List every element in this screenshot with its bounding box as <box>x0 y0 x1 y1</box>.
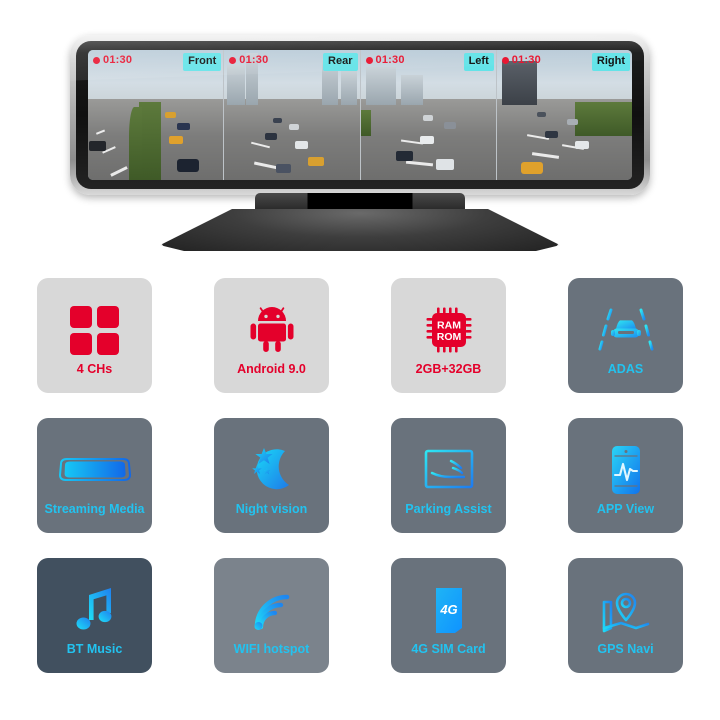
road-scene-rear <box>224 50 360 180</box>
feature-card-4-chs[interactable]: 4 CHs <box>37 278 152 393</box>
device-section: 01:30 Front 01:30 Rear 01:30 Left 01:30 … <box>0 0 720 262</box>
feature-card-bt-music[interactable]: BT Music <box>37 558 152 673</box>
feature-card-4g-sim[interactable]: 4G 4G SIM Card <box>391 558 506 673</box>
camera-view-rear[interactable]: 01:30 Rear <box>223 50 360 180</box>
feature-label: BT Music <box>66 642 123 657</box>
lane-assist-car-icon <box>598 301 654 359</box>
sim-card-4g-icon: 4G <box>431 581 467 639</box>
road-scene-right <box>496 50 632 180</box>
feature-card-night-vision[interactable]: Night vision <box>214 418 329 533</box>
feature-card-android[interactable]: Android 9.0 <box>214 278 329 393</box>
feature-card-streaming-media[interactable]: Streaming Media <box>37 418 152 533</box>
feature-card-memory[interactable]: RAM ROM 2GB+32GB <box>391 278 506 393</box>
mirror-bezel: 01:30 Front 01:30 Rear 01:30 Left 01:30 … <box>76 41 644 189</box>
sim-label: 4G <box>439 602 457 617</box>
feature-label: 4 CHs <box>76 362 113 377</box>
road-scene-front <box>88 50 224 180</box>
camera-view-right[interactable]: 01:30 Right <box>495 50 632 180</box>
chip-label-rom: ROM <box>436 331 461 343</box>
feature-card-adas[interactable]: ADAS <box>568 278 683 393</box>
camera-view-front[interactable]: 01:30 Front <box>88 50 224 180</box>
rearview-mirror-icon <box>57 441 133 499</box>
camera-view-left[interactable]: 01:30 Left <box>359 50 496 180</box>
feature-label: Night vision <box>235 502 308 517</box>
feature-label: ADAS <box>607 362 644 377</box>
feature-card-parking-assist[interactable]: Parking Assist <box>391 418 506 533</box>
feature-label: APP View <box>596 502 655 517</box>
road-scene-left <box>360 50 496 180</box>
wifi-signal-icon <box>246 581 298 639</box>
feature-label: 2GB+32GB <box>415 362 482 377</box>
feature-label: 4G SIM Card <box>411 642 486 657</box>
phone-chart-icon <box>606 441 646 499</box>
memory-chip-icon: RAM ROM <box>421 301 477 359</box>
map-pin-icon <box>599 581 653 639</box>
feature-label: GPS Navi <box>597 642 654 657</box>
four-squares-icon <box>70 301 119 359</box>
feature-grid: 4 CHs Android 9.0 RAM ROM 2GB+32GB ADAS … <box>0 278 720 673</box>
feature-label: WIFI hotspot <box>233 642 310 657</box>
mirror-device-frame: 01:30 Front 01:30 Rear 01:30 Left 01:30 … <box>70 35 650 195</box>
feature-label: Parking Assist <box>405 502 492 517</box>
feature-card-app-view[interactable]: APP View <box>568 418 683 533</box>
mirror-screen[interactable]: 01:30 Front 01:30 Rear 01:30 Left 01:30 … <box>88 50 632 180</box>
feature-card-gps-navi[interactable]: GPS Navi <box>568 558 683 673</box>
mirror-stand-base <box>160 209 560 251</box>
music-note-icon <box>71 581 119 639</box>
feature-card-wifi-hotspot[interactable]: WIFI hotspot <box>214 558 329 673</box>
android-robot-icon <box>245 301 299 359</box>
chip-label-ram: RAM <box>437 320 461 332</box>
feature-label: Streaming Media <box>44 502 145 517</box>
moon-stars-icon <box>245 441 299 499</box>
feature-label: Android 9.0 <box>237 362 306 377</box>
parking-screen-icon <box>423 441 475 499</box>
